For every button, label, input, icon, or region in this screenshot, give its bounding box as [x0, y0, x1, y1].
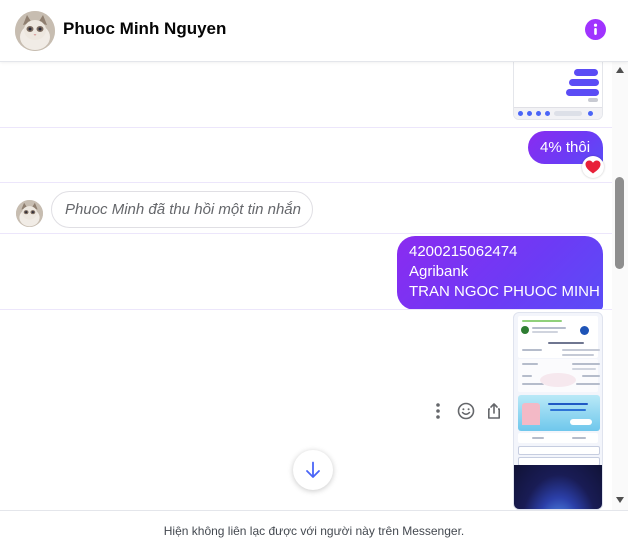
scroll-up-arrow-icon[interactable]: [616, 67, 624, 73]
message-thread[interactable]: 4% thôi Phuoc Minh đã thu hồi một tin nh…: [0, 62, 612, 510]
message-line: TRAN NGOC PHUOC MINH: [409, 283, 600, 300]
more-options-icon: [436, 403, 440, 419]
message-line: Agribank: [409, 263, 469, 280]
contact-avatar-small[interactable]: [16, 200, 43, 227]
cat-avatar-photo: [15, 11, 55, 51]
scroll-down-arrow-icon[interactable]: [616, 497, 624, 503]
recalled-message-notice: Phuoc Minh đã thu hồi một tin nhắn: [51, 191, 313, 228]
message-text: 4% thôi: [540, 139, 591, 156]
share-icon: [488, 403, 500, 419]
chat-screenshot-image[interactable]: [513, 62, 603, 120]
reaction-smile-icon: [457, 402, 475, 420]
message-line: 4200215062474: [409, 243, 518, 260]
info-button[interactable]: [585, 19, 606, 40]
scroll-to-bottom-button[interactable]: [293, 450, 333, 490]
thread-scrollbar[interactable]: [612, 62, 628, 510]
message-reaction[interactable]: [582, 156, 604, 178]
cat-avatar-photo: [16, 200, 43, 227]
bank-receipt-image[interactable]: [513, 312, 603, 510]
outgoing-message-bubble[interactable]: 4200215062474 Agribank TRAN NGOC PHUOC M…: [397, 236, 603, 310]
scrollbar-thumb[interactable]: [615, 177, 624, 269]
arrow-down-icon: [306, 461, 320, 478]
share-button[interactable]: [484, 401, 504, 421]
unavailable-notice: Hiện không liên lạc được với người này t…: [163, 524, 465, 538]
composer-area: Hiện không liên lạc được với người này t…: [0, 510, 628, 553]
chat-header: Phuoc Minh Nguyen: [0, 0, 628, 62]
contact-avatar[interactable]: [15, 11, 55, 51]
react-button[interactable]: [456, 401, 476, 421]
info-circle-icon: [593, 23, 598, 35]
contact-name[interactable]: Phuoc Minh Nguyen: [63, 19, 226, 39]
heart-reaction-icon: [585, 160, 601, 174]
more-options-button[interactable]: [428, 401, 448, 421]
